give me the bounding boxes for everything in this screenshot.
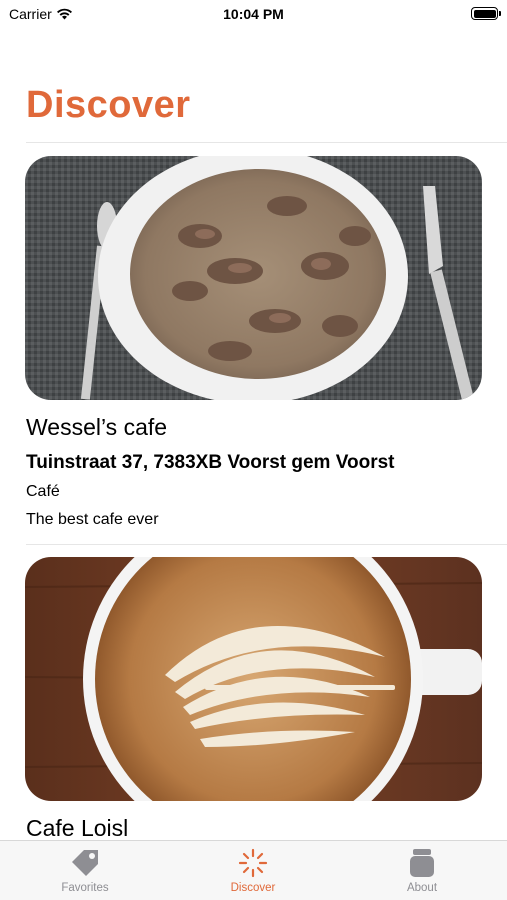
tab-label: Favorites [61,882,109,894]
tab-discover[interactable]: Discover [193,841,313,900]
tab-favorites[interactable]: Favorites [25,841,145,900]
cafe-name[interactable]: Cafe Loisl [26,815,128,842]
tab-label: About [406,882,438,894]
jar-icon [410,849,434,877]
divider [26,142,507,143]
tab-label: Discover [230,882,276,894]
tab-bar: Favorites Discover About [0,840,507,900]
sparkle-icon [238,848,268,878]
cafe-address: Tuinstraat 37, 7383XB Voorst gem Voorst [26,452,395,473]
battery-icon [471,7,501,20]
tag-icon [72,850,98,876]
cafe-name[interactable]: Wessel’s cafe [26,414,167,441]
status-time: 10:04 PM [223,6,284,22]
tab-about[interactable]: About [362,841,482,900]
page-title: Discover [26,84,191,126]
status-bar: Carrier 10:04 PM [0,0,507,30]
cafe-description: The best cafe ever [26,511,159,528]
divider [26,544,507,545]
cafe-image-wessels[interactable] [25,156,482,400]
cafe-category: Café [26,483,60,500]
cafe-image-loisl[interactable] [25,557,482,801]
